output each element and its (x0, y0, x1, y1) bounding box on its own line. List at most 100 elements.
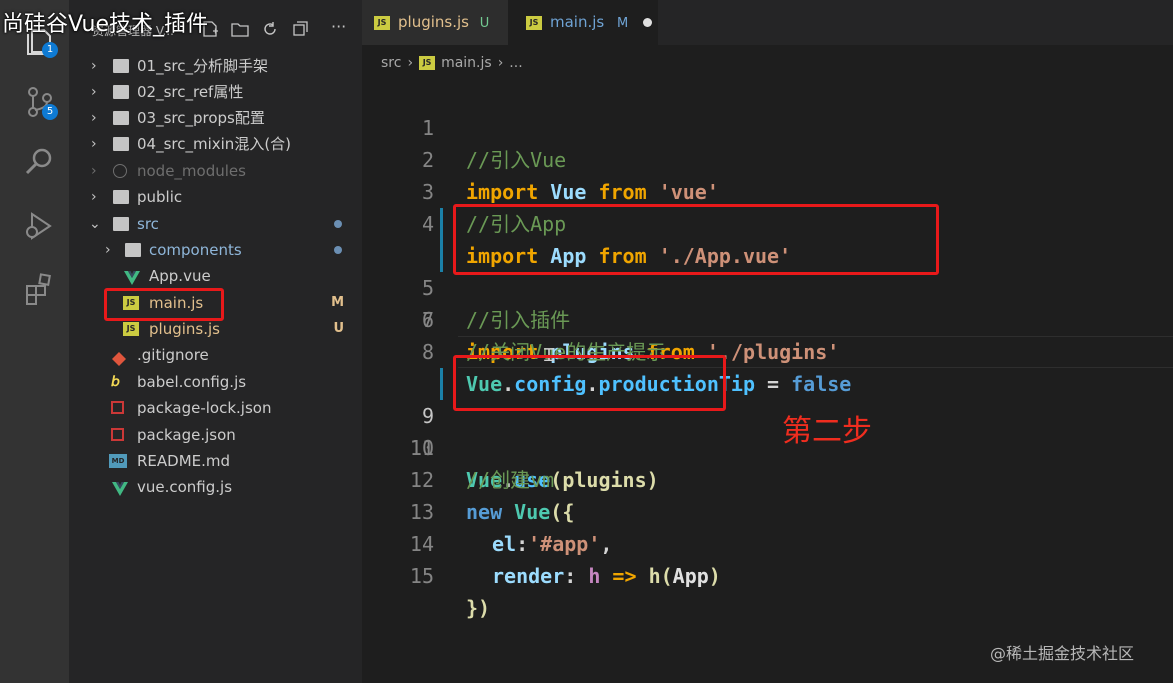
explorer-sidebar: 资源管理器 V... ··· › 01_src_分析脚手架 › 02_src_r… (69, 0, 362, 683)
chevron-right-icon: › (91, 136, 97, 152)
tree-file-package-json[interactable]: package.json (69, 422, 362, 448)
git-status-badge: U (333, 321, 344, 336)
breadcrumb-folder[interactable]: src (381, 55, 401, 71)
tree-folder-public[interactable]: › public (69, 184, 362, 210)
code-line: 1 //引入Vue (362, 80, 1173, 172)
folder-icon (113, 111, 129, 125)
code-line: 14 render: h => h(App) (362, 496, 1173, 588)
line-number: 15 (409, 564, 434, 588)
tree-file-readme[interactable]: MD README.md (69, 448, 362, 474)
tab-status: M (617, 16, 629, 31)
node-folder-icon (113, 164, 127, 178)
watermark: @稀土掘金技术社区 (990, 644, 1135, 663)
js-file-icon: JS (123, 322, 139, 336)
tree-label: App.vue (149, 267, 211, 285)
vue-file-icon (123, 268, 140, 285)
tree-folder-src[interactable]: ⌄ src (69, 211, 362, 237)
punctuation: ) (708, 564, 721, 588)
chevron-right-icon: › (91, 58, 97, 74)
tree-label: package-lock.json (137, 399, 272, 417)
tree-label: 03_src_props配置 (137, 109, 265, 127)
tree-file-babel-config[interactable]: 𝘣 babel.config.js (69, 369, 362, 395)
tree-file-vue-config[interactable]: vue.config.js (69, 474, 362, 500)
js-file-icon: JS (374, 15, 390, 30)
tree-folder-04[interactable]: › 04_src_mixin混入(合) (69, 131, 362, 157)
chevron-right-icon: › (91, 189, 97, 205)
git-status-badge: M (331, 295, 344, 310)
explorer-badge: 1 (42, 42, 58, 58)
search-icon[interactable] (22, 144, 58, 180)
new-folder-icon[interactable] (231, 20, 249, 38)
run-debug-icon[interactable] (22, 208, 58, 244)
breadcrumb: src › JS main.js › ... (381, 55, 523, 71)
git-gutter-marker (440, 208, 443, 240)
tree-label: components (149, 241, 242, 259)
babel-file-icon: 𝘣 (111, 374, 120, 390)
git-gutter-marker (440, 368, 443, 400)
scm-badge: 5 (42, 104, 58, 120)
vue-file-icon (111, 479, 128, 496)
code-line: 7 //关闭Vue的生产提示 (362, 272, 1173, 364)
parameter: h (588, 564, 601, 588)
tree-folder-node-modules[interactable]: › node_modules (69, 158, 362, 184)
js-file-icon: JS (526, 15, 542, 30)
tree-folder-02[interactable]: › 02_src_ref属性 (69, 79, 362, 105)
code-line: 13 el:'#app', (362, 464, 1173, 556)
tree-file-package-lock[interactable]: package-lock.json (69, 395, 362, 421)
breadcrumb-file[interactable]: main.js (441, 55, 492, 71)
tab-label: main.js (550, 13, 605, 31)
extensions-icon[interactable] (22, 270, 58, 306)
git-file-icon (111, 348, 127, 366)
more-actions-icon[interactable]: ··· (331, 19, 349, 38)
tab-label: plugins.js (398, 13, 469, 31)
collapse-all-icon[interactable] (291, 20, 309, 38)
annotation-box-use (453, 355, 726, 411)
step-annotation: 第二步 (782, 414, 872, 449)
js-file-icon: JS (419, 56, 436, 70)
code-line: 8 Vue.config.productionTip = false (362, 304, 1173, 396)
tree-label: babel.config.js (137, 373, 247, 391)
chevron-down-icon: ⌄ (89, 216, 101, 232)
npm-file-icon (111, 428, 124, 441)
markdown-file-icon: MD (109, 454, 127, 468)
tree-label: src (137, 215, 159, 233)
chevron-right-icon: › (91, 84, 97, 100)
tab-main-js[interactable]: JS main.js M (508, 0, 658, 45)
tree-label: README.md (137, 452, 231, 470)
punctuation: }) (466, 596, 491, 620)
annotation-box-import (453, 204, 939, 275)
chevron-right-icon: › (91, 110, 97, 126)
tree-label: public (137, 188, 183, 206)
code-line: 15 }) (362, 528, 1173, 620)
code-line: 12 new Vue({ (362, 432, 1173, 524)
chevron-right-icon: › (497, 55, 504, 71)
refresh-icon[interactable] (261, 20, 279, 38)
unsaved-dot-icon[interactable] (643, 18, 653, 27)
tree-file-gitignore[interactable]: .gitignore (69, 342, 362, 368)
tree-label: vue.config.js (137, 478, 233, 496)
tree-file-app-vue[interactable]: App.vue (69, 263, 362, 289)
explorer-actions: ··· (201, 19, 349, 38)
arrow-operator: => (600, 564, 649, 588)
tree-label: .gitignore (137, 346, 209, 364)
code-line: 2 import Vue from 'vue' (362, 112, 1173, 204)
modified-dot (334, 246, 342, 254)
editor-tab-bar: JS plugins.js U JS main.js M (362, 0, 1173, 45)
folder-icon (113, 85, 129, 99)
tree-label: 02_src_ref属性 (137, 83, 244, 101)
tree-folder-03[interactable]: › 03_src_props配置 (69, 105, 362, 131)
chevron-right-icon: › (105, 242, 111, 258)
git-gutter-marker (440, 240, 443, 272)
source-control-icon[interactable]: 5 (22, 84, 58, 120)
tab-status: U (479, 16, 490, 31)
tree-label: 04_src_mixin混入(合) (137, 135, 292, 153)
breadcrumb-more[interactable]: ... (509, 55, 522, 71)
tab-plugins-js[interactable]: JS plugins.js U (362, 0, 508, 45)
tree-folder-01[interactable]: › 01_src_分析脚手架 (69, 53, 362, 79)
npm-file-icon (111, 401, 124, 414)
line-code: render: h => h(App) (492, 560, 721, 592)
annotation-box-main-js (104, 288, 224, 321)
tree-label: node_modules (137, 162, 246, 180)
tree-label: 01_src_分析脚手架 (137, 57, 268, 75)
tree-folder-components[interactable]: › components (69, 237, 362, 263)
